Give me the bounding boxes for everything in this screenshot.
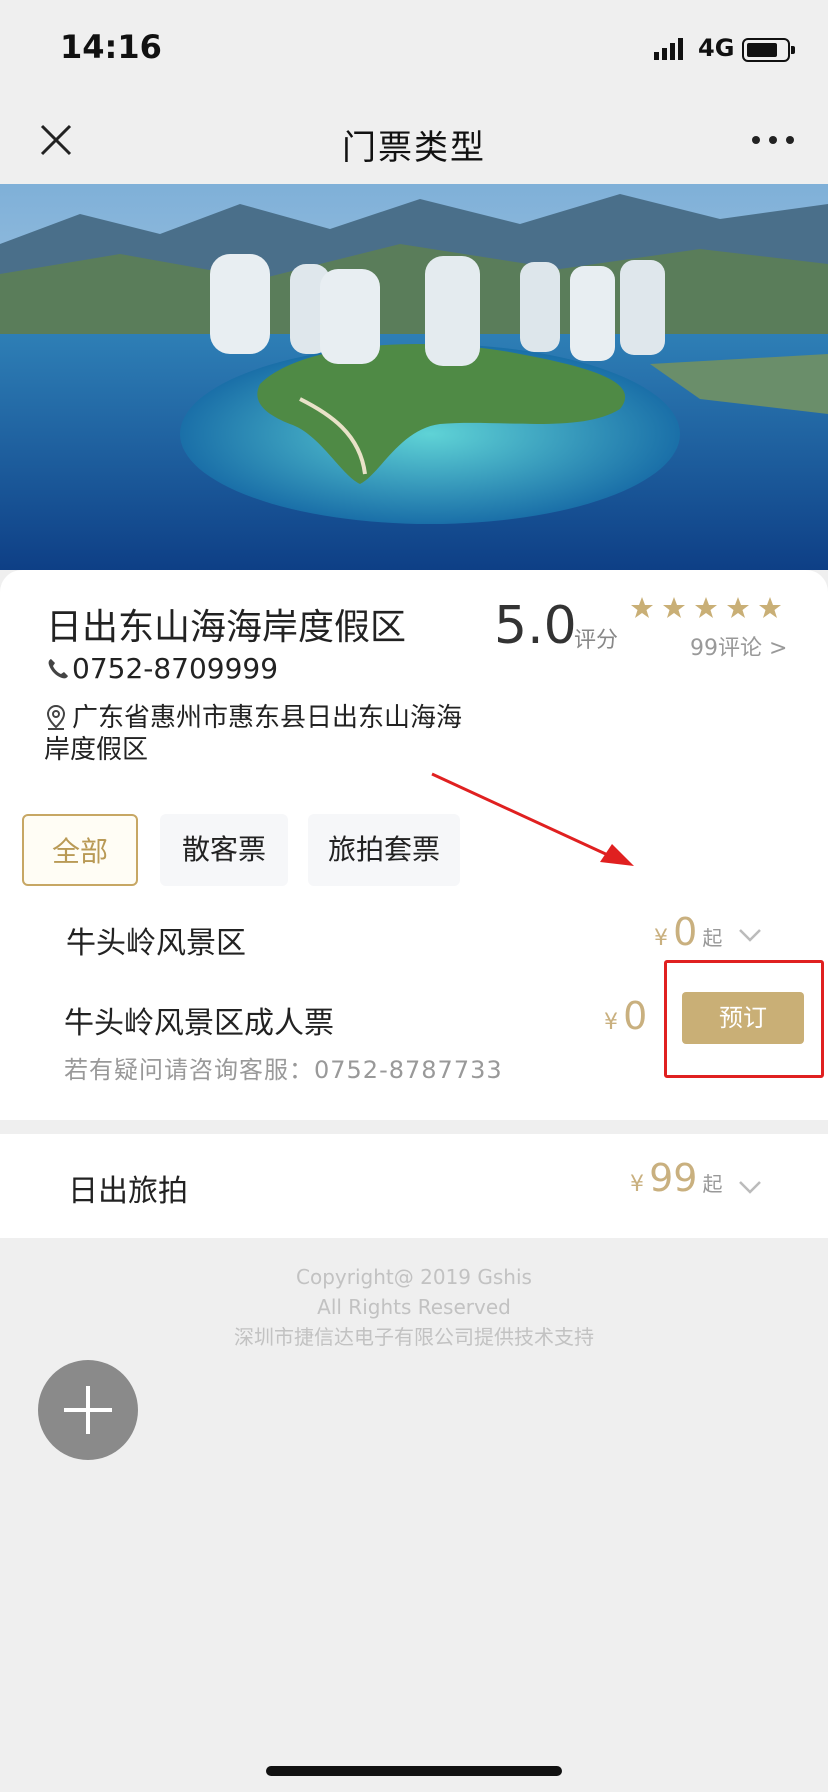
phone-number: 0752-8709999 <box>72 652 279 685</box>
more-horizontal-icon[interactable] <box>748 132 798 148</box>
ticket-group-photo[interactable]: 日出旅拍 ¥ 99 起 <box>0 1134 828 1238</box>
price-suffix: 起 <box>702 926 723 950</box>
price-suffix: 起 <box>702 1172 723 1196</box>
ticket-price: ¥ 0 <box>604 994 647 1038</box>
rating-unit: 评分 <box>574 628 619 653</box>
currency-symbol: ¥ <box>630 1172 644 1197</box>
home-indicator <box>266 1766 562 1776</box>
location-pin-icon <box>46 704 66 730</box>
nav-bar: 门票类型 <box>0 100 828 184</box>
star-icon <box>695 597 717 618</box>
address-text: 广东省惠州市惠东县日出东山海海岸度假区 <box>44 703 463 765</box>
currency-symbol: ¥ <box>654 926 668 951</box>
rating-score: 5.0 <box>494 596 577 656</box>
annotation-arrow-icon <box>431 772 634 866</box>
chevron-down-icon[interactable] <box>738 928 762 942</box>
price-value: 99 <box>649 1156 698 1200</box>
star-icon <box>631 597 653 618</box>
battery-icon <box>742 38 795 62</box>
tab-individual[interactable]: 散客票 <box>160 814 288 886</box>
copyright-text: Copyright@ 2019 Gshis <box>296 1265 532 1289</box>
phone-icon <box>48 658 68 678</box>
price-value: 0 <box>623 994 648 1038</box>
currency-symbol: ¥ <box>604 1010 618 1035</box>
resort-info-card: 日出东山海海岸度假区 5.0 评分 99评论 > 0752-8709999 广东… <box>0 570 828 1120</box>
rights-text: All Rights Reserved <box>317 1295 511 1319</box>
rating-stars <box>630 596 782 620</box>
chevron-down-icon[interactable] <box>738 1180 762 1194</box>
ticket-group-price: ¥ 0 起 <box>654 910 722 954</box>
network-label: 4G <box>698 34 735 62</box>
page-title: 门票类型 <box>342 128 486 168</box>
plus-icon <box>64 1386 112 1434</box>
star-icon <box>759 597 781 618</box>
star-icon <box>727 597 749 618</box>
annotation-highlight-box <box>664 960 824 1078</box>
price-value: 0 <box>673 910 698 954</box>
star-icon <box>663 597 685 618</box>
ticket-group-price: ¥ 99 起 <box>630 1156 723 1200</box>
reviews-link[interactable]: 99评论 > <box>690 630 787 662</box>
ticket-group-title: 日出旅拍 <box>68 1174 188 1209</box>
add-button[interactable] <box>38 1360 138 1460</box>
tab-all[interactable]: 全部 <box>22 814 138 886</box>
address-row: 广东省惠州市惠东县日出东山海海岸度假区 <box>44 702 484 766</box>
ticket-group-title[interactable]: 牛头岭风景区 <box>66 918 246 962</box>
ticket-name: 牛头岭风景区成人票 <box>64 1006 334 1041</box>
status-bar: 14:16 4G <box>0 0 828 100</box>
customer-service-text: 若有疑问请咨询客服：0752-8787733 <box>64 1056 503 1084</box>
tech-support-text: 深圳市捷信达电子有限公司提供技术支持 <box>234 1325 594 1349</box>
status-time: 14:16 <box>60 28 162 66</box>
phone-row[interactable]: 0752-8709999 <box>46 652 278 685</box>
footer: Copyright@ 2019 Gshis All Rights Reserve… <box>0 1262 828 1352</box>
signal-icon <box>654 38 683 60</box>
resort-name: 日出东山海海岸度假区 <box>46 607 407 648</box>
resort-banner-image <box>0 184 828 570</box>
